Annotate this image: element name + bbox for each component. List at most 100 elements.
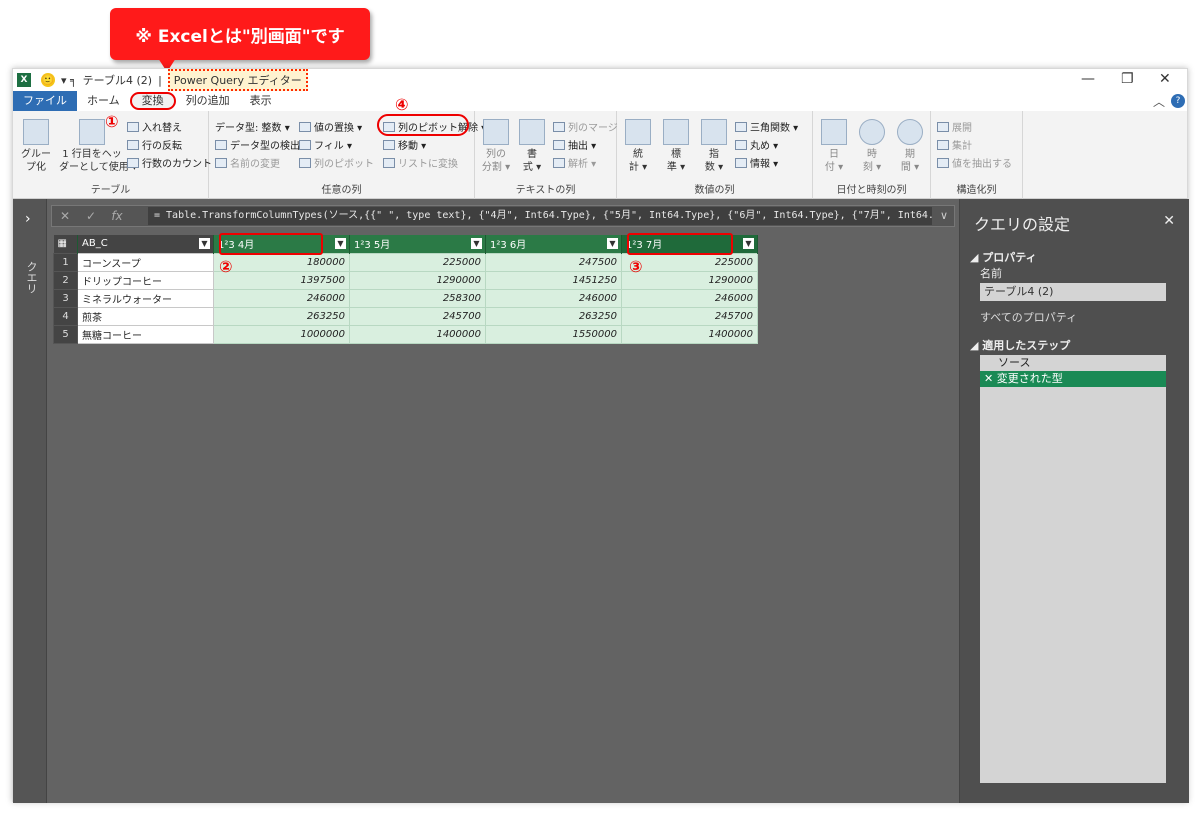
filter-dropdown-icon[interactable]: ▼ bbox=[199, 238, 210, 249]
minimize-button[interactable]: — bbox=[1081, 71, 1095, 87]
extract-button[interactable]: 抽出 ▾ bbox=[553, 137, 596, 152]
table-cell[interactable]: 245700 bbox=[349, 306, 486, 326]
parse-button[interactable]: 解析 ▾ bbox=[553, 155, 596, 170]
row-number[interactable]: 2 bbox=[53, 270, 78, 290]
tab-home[interactable]: ホーム bbox=[77, 91, 130, 111]
tab-view[interactable]: 表示 bbox=[240, 91, 282, 111]
formula-input[interactable]: = Table.TransformColumnTypes(ソース,{{" ", … bbox=[148, 207, 932, 225]
fx-icon[interactable]: fx bbox=[104, 209, 130, 223]
expand-formula-icon[interactable]: ∨ bbox=[934, 206, 954, 226]
restore-button[interactable]: ❐ bbox=[1121, 71, 1134, 87]
information-button[interactable]: 情報 ▾ bbox=[735, 155, 778, 170]
row-number[interactable]: 3 bbox=[53, 288, 78, 308]
table-cell[interactable]: ミネラルウォーター bbox=[77, 288, 214, 308]
format-button[interactable]: 書 式 ▾ bbox=[515, 119, 549, 174]
table-cell[interactable]: 258300 bbox=[349, 288, 486, 308]
properties-heading[interactable]: ◢ プロパティ bbox=[970, 249, 1037, 265]
reverse-rows-button[interactable]: 行の反転 bbox=[127, 137, 182, 152]
table-cell[interactable]: 263250 bbox=[213, 306, 350, 326]
step-source[interactable]: ソース bbox=[980, 355, 1166, 371]
extract-values-label: 値を抽出する bbox=[952, 159, 1012, 170]
extract-values-button[interactable]: 値を抽出する bbox=[937, 155, 1012, 170]
convert-to-list-button[interactable]: リストに変換 bbox=[383, 155, 458, 170]
table-cell[interactable]: 263250 bbox=[485, 306, 622, 326]
table-cell[interactable]: 245700 bbox=[621, 306, 758, 326]
table-cell[interactable]: 1290000 bbox=[349, 270, 486, 290]
aggregate-button[interactable]: 集計 bbox=[937, 137, 972, 152]
filter-dropdown-icon[interactable]: ▼ bbox=[607, 238, 618, 249]
cancel-formula-icon[interactable]: ✕ bbox=[52, 209, 78, 223]
row-number[interactable]: 5 bbox=[53, 324, 78, 344]
data-type-dropdown[interactable]: データ型: 整数 ▾ bbox=[215, 119, 290, 134]
collapse-ribbon-icon[interactable]: ︿ bbox=[1153, 93, 1165, 110]
table-cell[interactable]: 1397500 bbox=[213, 270, 350, 290]
group-any-column: データ型: 整数 ▾ データ型の検出 名前の変更 値の置換 ▾ フィル ▾ 列の… bbox=[209, 95, 486, 199]
expand-queries-icon[interactable]: › bbox=[25, 211, 31, 227]
filter-dropdown-icon[interactable]: ▼ bbox=[743, 238, 754, 249]
row-number[interactable]: 1 bbox=[53, 252, 78, 272]
pivot-column-button[interactable]: 列のピボット bbox=[299, 155, 374, 170]
table-cell[interactable]: 225000 bbox=[349, 252, 486, 272]
tab-file[interactable]: ファイル bbox=[13, 91, 77, 111]
time-button[interactable]: 時 刻 ▾ bbox=[855, 119, 889, 174]
column-header-june[interactable]: 1²3 6月 ▼ bbox=[485, 235, 622, 253]
query-name-input[interactable]: テーブル4 (2) bbox=[980, 283, 1166, 301]
table-cell[interactable]: 1000000 bbox=[213, 324, 350, 344]
qat-dropdown[interactable]: ▾ ╕ bbox=[61, 74, 77, 87]
table-cell[interactable]: 1400000 bbox=[349, 324, 486, 344]
reverse-rows-icon bbox=[127, 139, 139, 150]
table-cell[interactable]: 246000 bbox=[621, 288, 758, 308]
column-header-text[interactable]: AB_C ▼ bbox=[77, 235, 214, 253]
filter-dropdown-icon[interactable]: ▼ bbox=[471, 238, 482, 249]
smile-icon[interactable]: 🙂 bbox=[41, 73, 55, 87]
detect-type-button[interactable]: データ型の検出 bbox=[215, 137, 300, 152]
replace-values-button[interactable]: 値の置換 ▾ bbox=[299, 119, 362, 134]
standard-button[interactable]: 標 準 ▾ bbox=[659, 119, 693, 174]
move-button[interactable]: 移動 ▾ bbox=[383, 137, 426, 152]
fill-button[interactable]: フィル ▾ bbox=[299, 137, 352, 152]
table-cell[interactable]: 1451250 bbox=[485, 270, 622, 290]
table-cell[interactable]: 246000 bbox=[213, 288, 350, 308]
trigonometry-button[interactable]: 三角関数 ▾ bbox=[735, 119, 798, 134]
expand-button[interactable]: 展開 bbox=[937, 119, 972, 134]
tab-add-column[interactable]: 列の追加 bbox=[176, 91, 240, 111]
step-changed-type[interactable]: ✕ 変更された型 bbox=[980, 371, 1166, 387]
text-type-icon[interactable]: AB_C bbox=[82, 238, 108, 249]
all-properties-link[interactable]: すべてのプロパティ bbox=[980, 309, 1077, 325]
number-type-icon[interactable]: 1²3 bbox=[490, 240, 507, 251]
rename-button[interactable]: 名前の変更 bbox=[215, 155, 280, 170]
table-cell[interactable]: 1550000 bbox=[485, 324, 622, 344]
table-cell[interactable]: 無糖コーヒー bbox=[77, 324, 214, 344]
table-cell[interactable]: ドリップコーヒー bbox=[77, 270, 214, 290]
help-icon[interactable]: ? bbox=[1171, 94, 1185, 108]
duration-button[interactable]: 期 間 ▾ bbox=[893, 119, 927, 174]
table-cell[interactable]: 180000 bbox=[213, 252, 350, 272]
confirm-formula-icon[interactable]: ✓ bbox=[78, 209, 104, 223]
table-cell[interactable]: 247500 bbox=[485, 252, 622, 272]
close-window-button[interactable]: ✕ bbox=[1159, 71, 1171, 87]
filter-dropdown-icon[interactable]: ▼ bbox=[335, 238, 346, 249]
table-menu-icon[interactable]: ▦ bbox=[53, 235, 78, 253]
count-rows-button[interactable]: 行数のカウント bbox=[127, 155, 212, 170]
applied-steps-heading[interactable]: ◢ 適用したステップ bbox=[970, 337, 1070, 353]
transpose-button[interactable]: 入れ替え bbox=[127, 119, 182, 134]
column-header-may[interactable]: 1²3 5月 ▼ bbox=[349, 235, 486, 253]
close-pane-icon[interactable]: ✕ bbox=[1163, 213, 1175, 229]
scientific-label: 指 数 ▾ bbox=[704, 149, 724, 173]
date-button[interactable]: 日 付 ▾ bbox=[817, 119, 851, 174]
queries-rail[interactable]: › クエリ bbox=[13, 199, 47, 803]
rounding-button[interactable]: 丸め ▾ bbox=[735, 137, 778, 152]
table-cell[interactable]: 煎茶 bbox=[77, 306, 214, 326]
table-cell[interactable]: 246000 bbox=[485, 288, 622, 308]
table-cell[interactable]: コーンスープ bbox=[77, 252, 214, 272]
row-number[interactable]: 4 bbox=[53, 306, 78, 326]
tab-transform[interactable]: 変換 bbox=[129, 92, 176, 110]
scientific-button[interactable]: 指 数 ▾ bbox=[697, 119, 731, 174]
group-by-button[interactable]: グルー プ化 bbox=[19, 119, 53, 174]
merge-columns-button[interactable]: 列のマージ bbox=[553, 119, 618, 134]
statistics-button[interactable]: 統 計 ▾ bbox=[621, 119, 655, 174]
number-type-icon[interactable]: 1²3 bbox=[354, 240, 371, 251]
table-cell[interactable]: 1400000 bbox=[621, 324, 758, 344]
first-row-header-button[interactable]: 1 行目をヘッ ダーとして使用 ▾ bbox=[59, 119, 137, 174]
split-column-button[interactable]: 列の 分割 ▾ bbox=[479, 119, 513, 174]
